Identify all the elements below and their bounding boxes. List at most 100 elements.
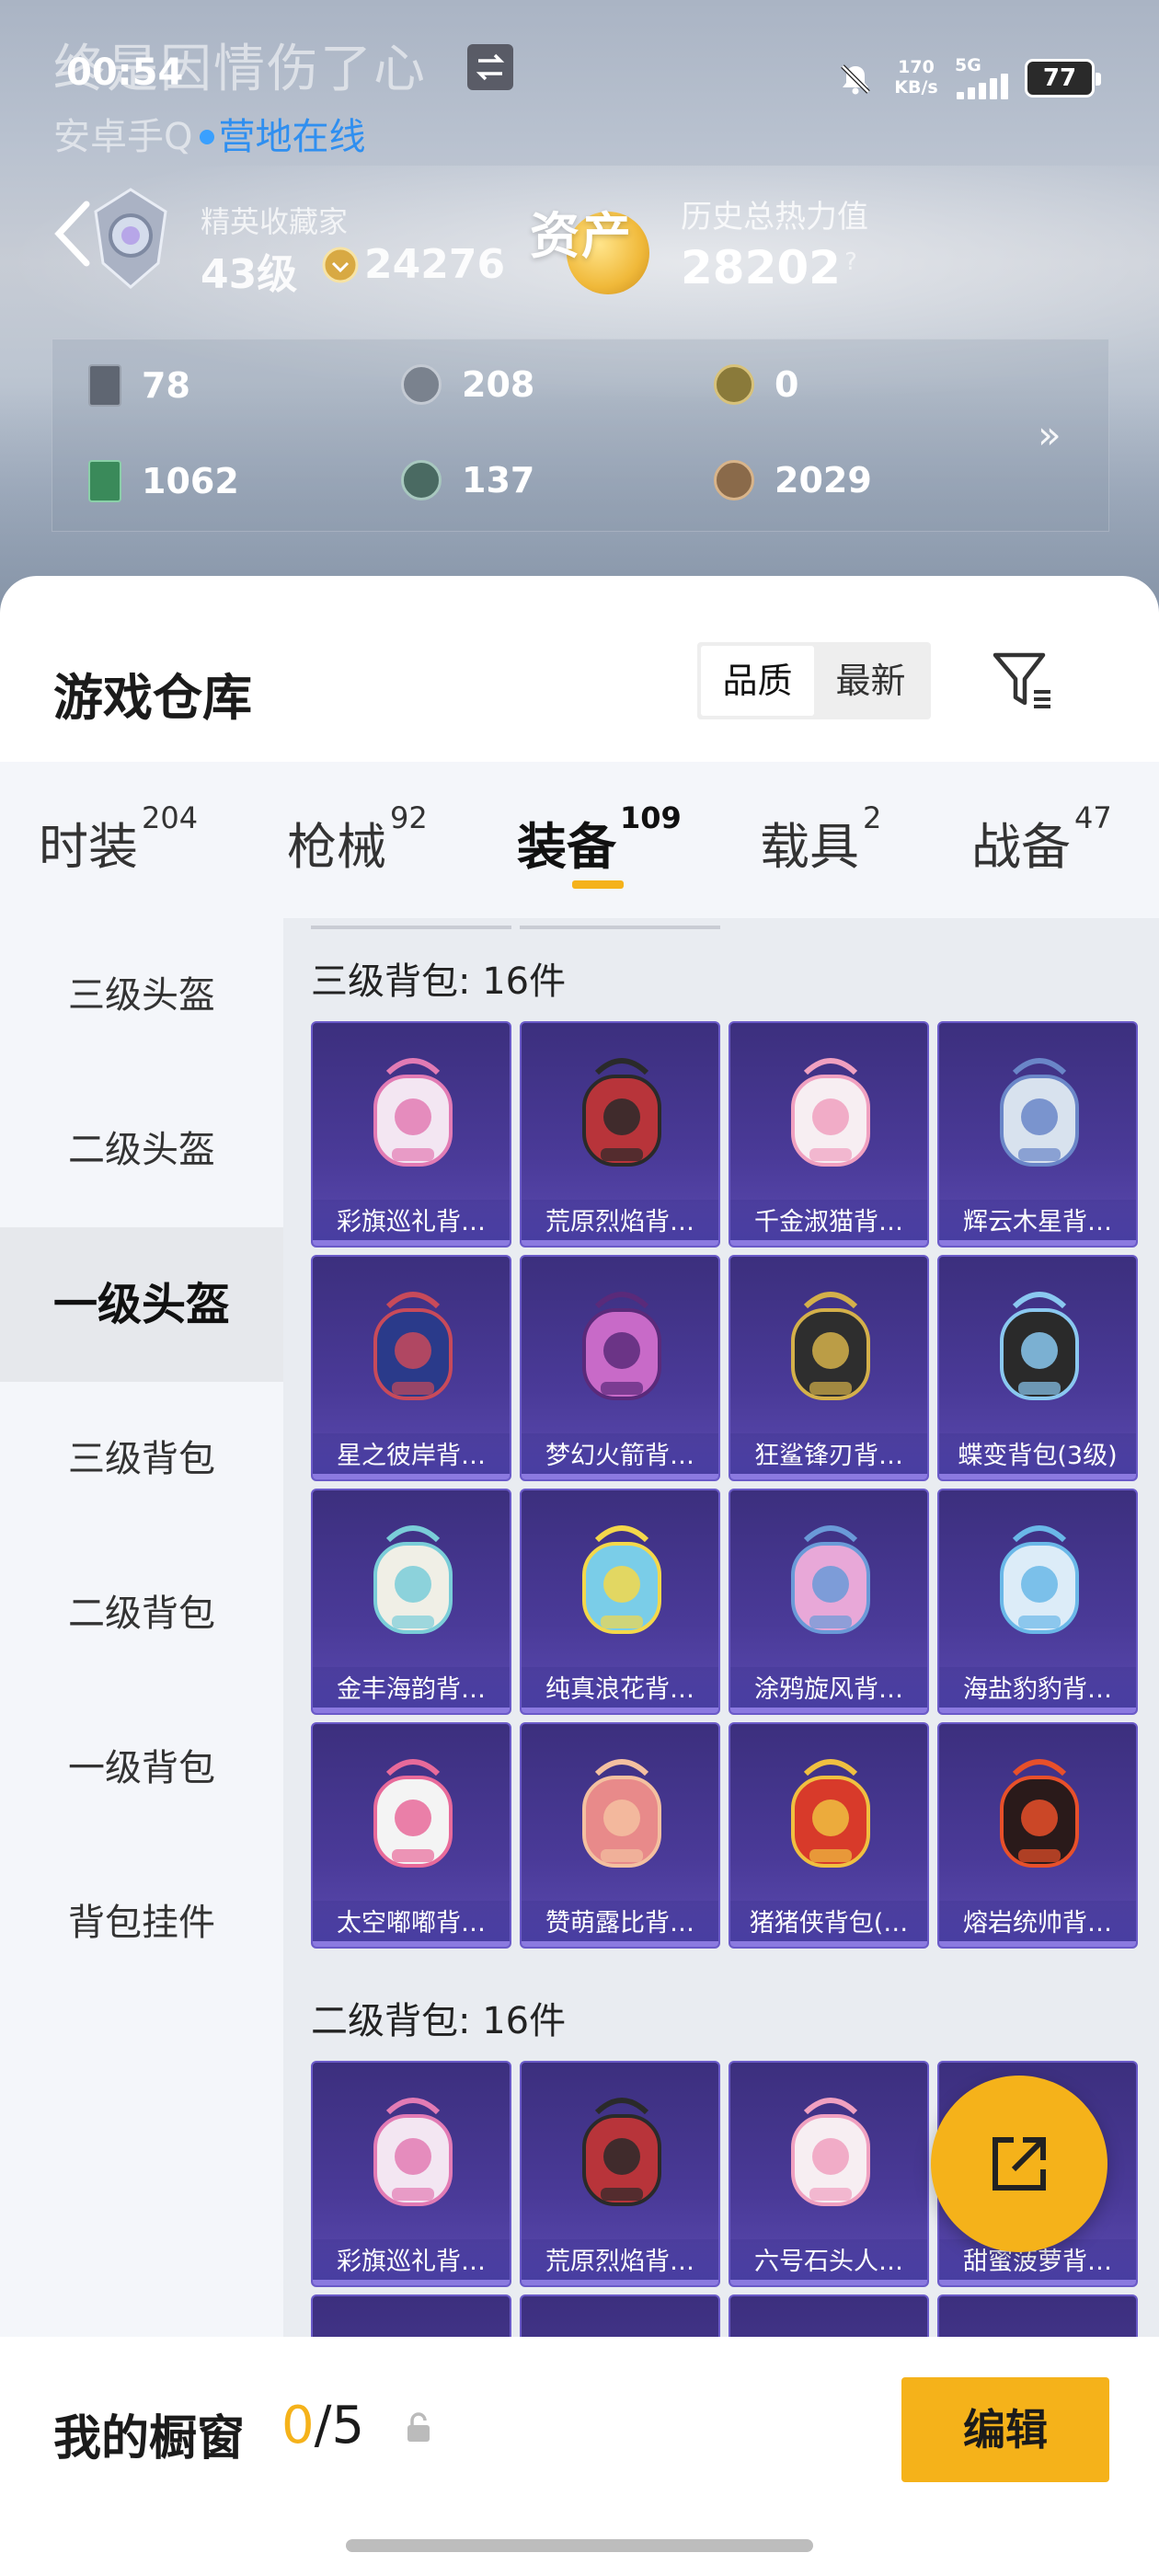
quality-bar bbox=[939, 1708, 1136, 1713]
quality-bar bbox=[522, 1474, 718, 1479]
currency-value: 208 bbox=[462, 364, 535, 405]
item-name: 彩旗巡礼背… bbox=[313, 1200, 510, 1246]
backpack-icon bbox=[1000, 1292, 1079, 1400]
section-title-level3-backpack: 三级背包: 16件 bbox=[311, 960, 567, 1003]
filter-icon[interactable] bbox=[990, 648, 1056, 714]
quality-bar bbox=[313, 1941, 510, 1947]
sort-quality-option[interactable]: 品质 bbox=[701, 646, 814, 716]
quality-bar bbox=[313, 2280, 510, 2285]
sort-latest-option[interactable]: 最新 bbox=[814, 646, 927, 716]
item-card[interactable]: 海盐豹豹背… bbox=[937, 1489, 1138, 1715]
quality-bar bbox=[522, 1708, 718, 1713]
home-indicator[interactable] bbox=[346, 2539, 813, 2552]
quality-bar bbox=[522, 1240, 718, 1246]
item-card[interactable]: 彩旗巡礼背… bbox=[311, 1021, 511, 1248]
item-name: 辉云木星背… bbox=[939, 1200, 1136, 1246]
item-grid-level3-backpack: 彩旗巡礼背… 荒原烈焰背… 千金淑猫背… 辉云木星背… 星之彼岸背… 梦幻火箭背… 狂鲨锋刃… bbox=[311, 1021, 1148, 1949]
item-card[interactable]: 辉云木星背… bbox=[937, 1021, 1138, 1248]
equipment-subcategory-nav: 三级头盔 二级头盔 一级头盔 三级背包 二级背包 一级背包 背包挂件 bbox=[0, 918, 283, 2346]
collector-points: 24276 bbox=[364, 241, 506, 288]
speed-unit: KB/s bbox=[894, 77, 938, 98]
nav-level2-backpack[interactable]: 二级背包 bbox=[0, 1536, 283, 1691]
speed-value: 170 bbox=[898, 57, 935, 77]
showcase-bar: 我的橱窗 0/5 编辑 bbox=[0, 2337, 1159, 2576]
green-coin-icon bbox=[401, 460, 442, 500]
tab-supplies[interactable]: 战备 47 bbox=[971, 800, 1112, 879]
tab-weapons[interactable]: 枪械 92 bbox=[287, 800, 428, 879]
item-card[interactable]: 涂鸦旋风背… bbox=[729, 1489, 929, 1715]
item-card[interactable]: 太空嘟嘟背… bbox=[311, 1722, 511, 1949]
quality-bar bbox=[730, 2280, 927, 2285]
item-card[interactable]: 金丰海韵背… bbox=[311, 1489, 511, 1715]
item-name: 金丰海韵背… bbox=[313, 1667, 510, 1713]
item-name: 猪猪侠背包(… bbox=[730, 1901, 927, 1947]
tab-vehicles[interactable]: 载具 2 bbox=[760, 800, 881, 879]
item-name: 星之彼岸背… bbox=[313, 1433, 510, 1479]
item-card[interactable]: 狂鲨锋刃背… bbox=[729, 1255, 929, 1481]
nav-level3-backpack[interactable]: 三级背包 bbox=[0, 1382, 283, 1536]
nav-level2-helmet[interactable]: 二级头盔 bbox=[0, 1073, 283, 1227]
backpack-icon bbox=[373, 1525, 453, 1634]
currency-value: 2029 bbox=[775, 460, 872, 500]
quality-bar bbox=[939, 1474, 1136, 1479]
nav-backpack-charm[interactable]: 背包挂件 bbox=[0, 1846, 283, 2000]
quality-bar bbox=[313, 1240, 510, 1246]
showcase-used: 0 bbox=[281, 2396, 315, 2455]
previous-row-edge bbox=[311, 918, 511, 929]
nav-level3-helmet[interactable]: 三级头盔 bbox=[0, 918, 283, 1073]
item-card[interactable]: 纯真浪花背… bbox=[520, 1489, 720, 1715]
backpack-icon bbox=[373, 2098, 453, 2206]
currency-value: 0 bbox=[775, 364, 799, 405]
currency-value: 1062 bbox=[142, 461, 239, 501]
tab-count: 47 bbox=[1074, 800, 1112, 835]
expand-chevron-icon[interactable]: » bbox=[1038, 412, 1061, 457]
heat-value: 28202 bbox=[681, 241, 841, 294]
backpack-icon bbox=[1000, 1058, 1079, 1167]
tab-count: 2 bbox=[863, 800, 882, 835]
item-card[interactable]: 千金淑猫背… bbox=[729, 1021, 929, 1248]
item-card[interactable]: 荒原烈焰背… bbox=[520, 1021, 720, 1248]
item-card[interactable]: 熔岩统帅背… bbox=[937, 1722, 1138, 1949]
nav-level1-backpack[interactable]: 一级背包 bbox=[0, 1691, 283, 1846]
status-clock: 00:54 bbox=[66, 52, 184, 94]
warehouse-sheet: 游戏仓库 品质 最新 时装 204 枪械 92 装备 109 载具 2 战备 47 三级头… bbox=[0, 576, 1159, 2576]
online-dot-icon bbox=[200, 130, 215, 144]
showcase-label: 我的橱窗 bbox=[53, 2411, 246, 2467]
item-card[interactable]: 赞萌露比背… bbox=[520, 1722, 720, 1949]
tab-equipment[interactable]: 装备 109 bbox=[517, 800, 682, 879]
item-card[interactable]: 梦幻火箭背… bbox=[520, 1255, 720, 1481]
item-name: 荒原烈焰背… bbox=[522, 1200, 718, 1246]
nav-level1-helmet[interactable]: 一级头盔 bbox=[0, 1227, 283, 1382]
quality-bar bbox=[939, 1240, 1136, 1246]
backpack-icon bbox=[373, 1759, 453, 1868]
item-card[interactable]: 荒原烈焰背… bbox=[520, 2061, 720, 2287]
item-card[interactable]: 彩旗巡礼背… bbox=[311, 2061, 511, 2287]
help-icon[interactable]: ? bbox=[837, 248, 865, 276]
tab-fashion[interactable]: 时装 204 bbox=[39, 800, 198, 879]
tab-label: 枪械 bbox=[287, 818, 386, 876]
item-card[interactable]: 猪猪侠背包(… bbox=[729, 1722, 929, 1949]
quality-bar bbox=[730, 1240, 927, 1246]
player-level: 43级 bbox=[201, 251, 298, 298]
heat-label: 历史总热力值 bbox=[681, 199, 868, 236]
item-card[interactable]: 星之彼岸背… bbox=[311, 1255, 511, 1481]
item-card[interactable]: 六号石头人… bbox=[729, 2061, 929, 2287]
item-name: 荒原烈焰背… bbox=[522, 2239, 718, 2285]
currency-item: 137 bbox=[401, 460, 534, 500]
active-tab-indicator bbox=[572, 880, 624, 889]
item-name: 赞萌露比背… bbox=[522, 1901, 718, 1947]
sort-toggle: 品质 最新 bbox=[697, 642, 931, 719]
share-button[interactable] bbox=[931, 2076, 1107, 2252]
backpack-icon bbox=[582, 1525, 661, 1634]
item-card[interactable]: 蝶变背包(3级) bbox=[937, 1255, 1138, 1481]
quality-bar bbox=[313, 1708, 510, 1713]
item-name: 熔岩统帅背… bbox=[939, 1901, 1136, 1947]
backpack-icon bbox=[791, 1292, 870, 1400]
item-name: 涂鸦旋风背… bbox=[730, 1667, 927, 1713]
rank-emblem-icon[interactable] bbox=[85, 184, 177, 294]
quality-bar bbox=[939, 2280, 1136, 2285]
edit-showcase-button[interactable]: 编辑 bbox=[901, 2377, 1109, 2482]
item-name: 纯真浪花背… bbox=[522, 1667, 718, 1713]
assets-label[interactable]: 资产 bbox=[530, 195, 633, 268]
showcase-total: /5 bbox=[314, 2396, 365, 2455]
